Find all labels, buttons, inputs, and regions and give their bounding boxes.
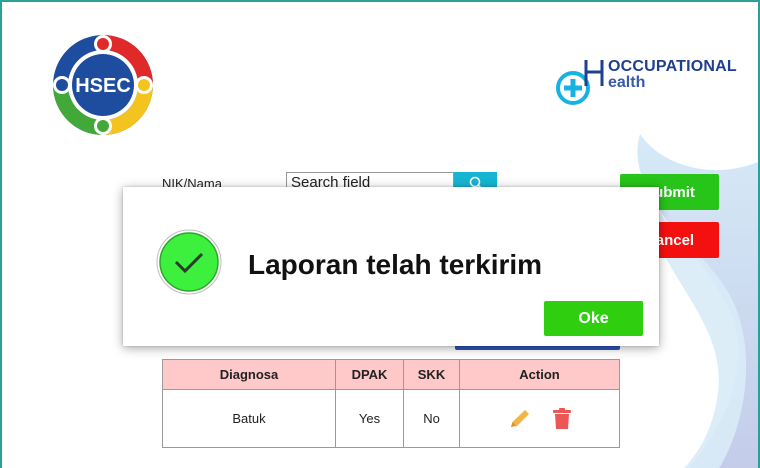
column-header-diagnosa: Diagnosa xyxy=(162,359,336,390)
table-row: Batuk Yes No xyxy=(162,389,620,448)
diagnosa-table: Diagnosa DPAK SKK Action Batuk Yes No xyxy=(162,359,620,448)
hsec-logo-text: HSEC xyxy=(75,75,131,97)
trash-icon[interactable] xyxy=(552,407,572,430)
ok-button[interactable]: Oke xyxy=(544,301,643,336)
check-circle-icon xyxy=(156,229,222,295)
oh-logo-line2: ealth xyxy=(608,74,646,91)
cell-diagnosa: Batuk xyxy=(162,389,336,448)
table-header-row: Diagnosa DPAK SKK Action xyxy=(162,359,620,390)
success-dialog: Laporan telah terkirim Oke xyxy=(123,187,659,346)
cell-skk: No xyxy=(403,389,460,448)
pencil-icon[interactable] xyxy=(508,408,534,430)
dialog-message: Laporan telah terkirim xyxy=(248,249,543,280)
column-header-skk: SKK xyxy=(403,359,460,390)
cell-dpak: Yes xyxy=(335,389,404,448)
cell-action xyxy=(459,389,620,448)
hsec-logo: HSEC xyxy=(50,32,156,138)
occupational-health-logo: OCCUPATIONAL ealth xyxy=(556,56,737,112)
column-header-action: Action xyxy=(459,359,620,390)
column-header-dpak: DPAK xyxy=(335,359,404,390)
